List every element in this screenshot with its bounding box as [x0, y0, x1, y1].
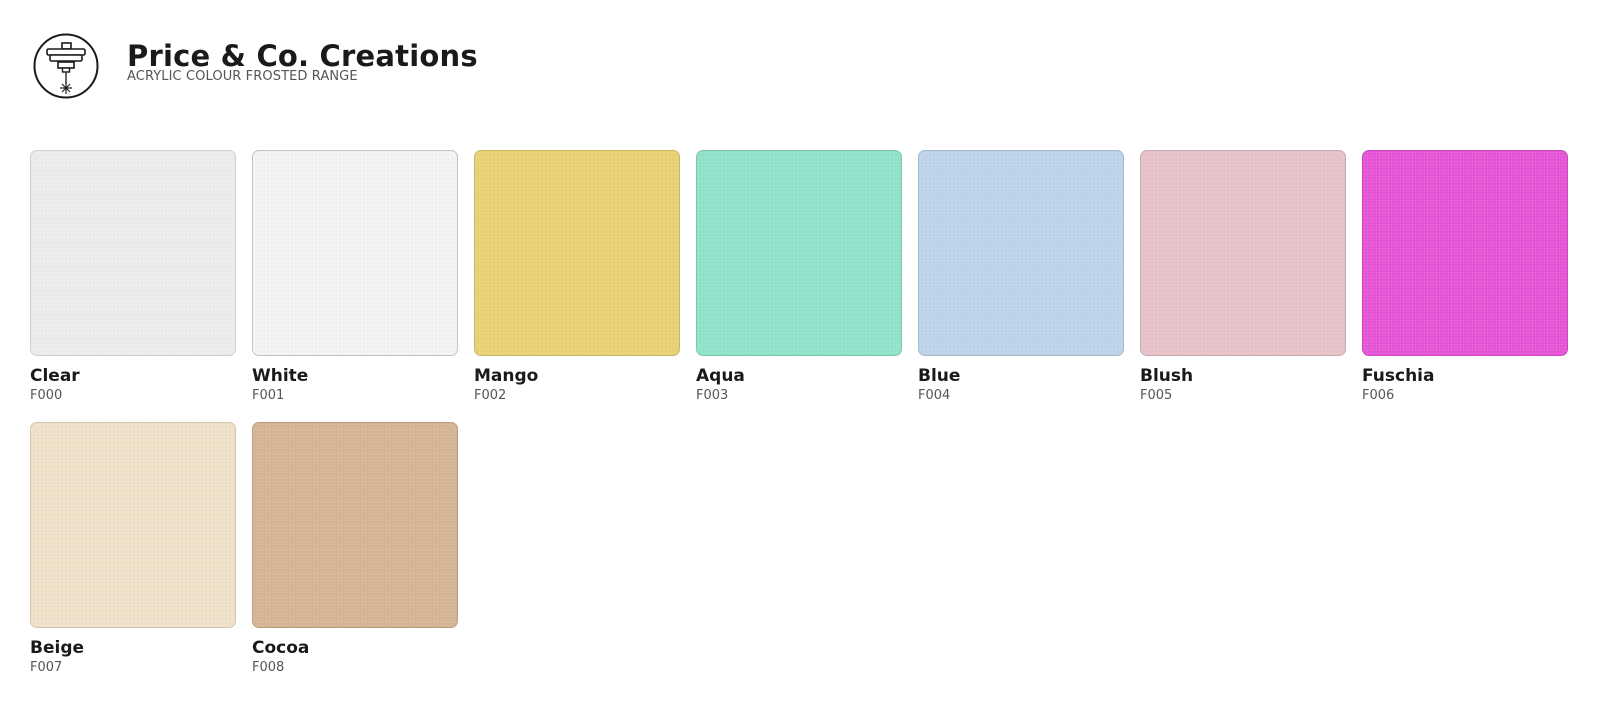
colour-swatch[interactable]	[696, 150, 902, 356]
swatch-code: F000	[30, 388, 63, 403]
swatch-grid: Clear F000 White F001 Mango F002 Aqua F0…	[30, 150, 1570, 694]
swatch-name: Cocoa	[252, 638, 310, 658]
swatch-card-blush[interactable]: Blush F005	[1140, 150, 1346, 422]
swatch-card-beige[interactable]: Beige F007	[30, 422, 236, 694]
swatch-code: F003	[696, 388, 729, 403]
colour-swatch[interactable]	[918, 150, 1124, 356]
brand-header: Price & Co. Creations ACRYLIC COLOUR FRO…	[33, 33, 478, 99]
swatch-card-aqua[interactable]: Aqua F003	[696, 150, 902, 422]
swatch-name: White	[252, 366, 309, 386]
swatch-code: F007	[30, 660, 63, 675]
swatch-code: F004	[918, 388, 951, 403]
swatch-name: Fuschia	[1362, 366, 1435, 386]
swatch-code: F005	[1140, 388, 1173, 403]
colour-swatch[interactable]	[30, 422, 236, 628]
swatch-card-white[interactable]: White F001	[252, 150, 458, 422]
swatch-code: F001	[252, 388, 285, 403]
swatch-card-clear[interactable]: Clear F000	[30, 150, 236, 422]
swatch-card-mango[interactable]: Mango F002	[474, 150, 680, 422]
swatch-card-cocoa[interactable]: Cocoa F008	[252, 422, 458, 694]
swatch-card-fuschia[interactable]: Fuschia F006	[1362, 150, 1568, 422]
brand-text: Price & Co. Creations ACRYLIC COLOUR FRO…	[127, 39, 478, 84]
swatch-name: Aqua	[696, 366, 745, 386]
swatch-name: Clear	[30, 366, 80, 386]
swatch-name: Mango	[474, 366, 539, 386]
colour-swatch[interactable]	[30, 150, 236, 356]
swatch-card-blue[interactable]: Blue F004	[918, 150, 1124, 422]
swatch-name: Blush	[1140, 366, 1194, 386]
swatch-name: Blue	[918, 366, 961, 386]
colour-swatch[interactable]	[474, 150, 680, 356]
swatch-code: F002	[474, 388, 507, 403]
brand-title: Price & Co. Creations	[127, 38, 478, 73]
colour-swatch[interactable]	[252, 422, 458, 628]
laser-cutter-icon	[33, 33, 99, 99]
swatch-code: F006	[1362, 388, 1395, 403]
colour-swatch[interactable]	[252, 150, 458, 356]
colour-swatch[interactable]	[1140, 150, 1346, 356]
swatch-code: F008	[252, 660, 285, 675]
colour-swatch[interactable]	[1362, 150, 1568, 356]
swatch-name: Beige	[30, 638, 85, 658]
